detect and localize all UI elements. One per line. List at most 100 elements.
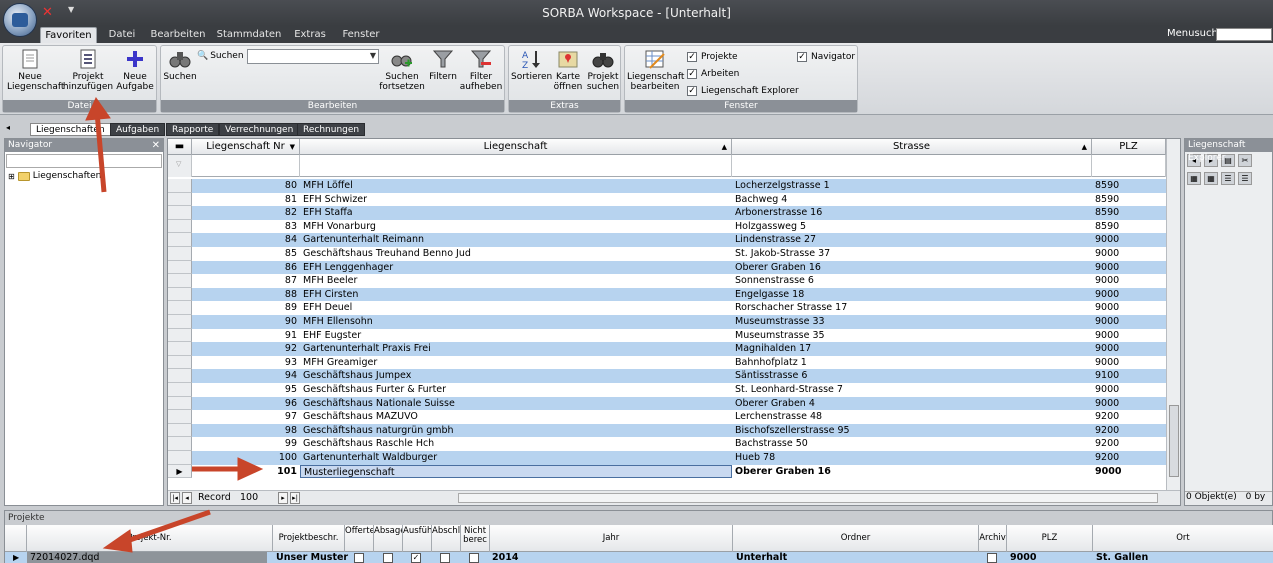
table-row[interactable]: 99 Geschäftshaus Raschle Hch Bachstrasse 5…	[168, 437, 1168, 451]
jahr-cell[interactable]: 2014	[489, 552, 518, 563]
tab-datei[interactable]: Datei	[104, 27, 140, 43]
cell-strasse[interactable]: St. Leonhard-Strasse 7	[732, 383, 1092, 397]
cell-nr[interactable]: 86	[192, 260, 300, 275]
projekte-column-offerte[interactable]: Offerte	[345, 525, 374, 552]
sortieren-button[interactable]: AZ Sortieren	[511, 48, 552, 82]
cell-strasse[interactable]: Locherzelgstrasse 1	[732, 179, 1092, 193]
row-selector[interactable]	[168, 451, 192, 465]
neue-liegenschaft-button[interactable]: Neue Liegenschaft	[7, 48, 64, 92]
cell-strasse[interactable]: St. Jakob-Strasse 37	[732, 247, 1092, 261]
cell-plz[interactable]: 9100	[1092, 369, 1166, 383]
cell-plz[interactable]: 8590	[1092, 179, 1166, 193]
cell-plz[interactable]: 9000	[1092, 233, 1166, 247]
table-row[interactable]: 92 Gartenunterhalt Praxis Frei Magnihalden…	[168, 342, 1168, 356]
cell-strasse[interactable]: Museumstrasse 33	[732, 315, 1092, 329]
app-menu-button[interactable]	[3, 3, 37, 37]
ausfuehrung-checkbox[interactable]: ✓	[411, 553, 421, 563]
archiv-checkbox[interactable]	[987, 553, 997, 563]
table-row[interactable]: 97 Geschäftshaus MAZUVO Lerchenstrasse 48 9…	[168, 410, 1168, 424]
cell-nr[interactable]: 94	[192, 369, 300, 383]
cell-liegenschaft[interactable]: EFH Lenggenhager	[300, 260, 732, 275]
navigator-filter-input[interactable]	[6, 154, 162, 168]
column-header-liegenschaft[interactable]: Liegenschaft ▲	[300, 139, 732, 155]
table-row[interactable]: 84 Gartenunterhalt Reimann Lindenstrasse 2…	[168, 233, 1168, 247]
table-row[interactable]: 93 MFH Greamiger Bahnhofplatz 1 9000	[168, 355, 1168, 370]
cell-plz[interactable]: 9000	[1092, 464, 1166, 479]
abschluss-checkbox[interactable]	[440, 553, 450, 563]
cell-nr[interactable]: 81	[192, 193, 300, 207]
table-row[interactable]: 87 MFH Beeler Sonnenstrasse 6 9000	[168, 274, 1168, 288]
projekt-beschr-cell[interactable]: Unser Muster	[273, 552, 348, 563]
cell-plz[interactable]: 9000	[1092, 356, 1166, 370]
cell-strasse[interactable]: Hueb 78	[732, 451, 1092, 465]
row-selector[interactable]	[168, 287, 192, 302]
table-row[interactable]: 100 Gartenunterhalt Waldburger Hueb 78 9200	[168, 451, 1168, 465]
cell-liegenschaft[interactable]: EFH Deuel	[300, 301, 732, 315]
vertical-scrollbar[interactable]	[1166, 139, 1180, 491]
projekte-column-ausfuehrung[interactable]: Ausführung	[403, 525, 432, 552]
cell-plz[interactable]: 8590	[1092, 220, 1166, 234]
cell-nr[interactable]: 88	[192, 287, 300, 302]
table-row[interactable]: 89 EFH Deuel Rorschacher Strasse 17 9000	[168, 301, 1168, 315]
view-details-icon[interactable]: ☰	[1238, 172, 1252, 185]
tab-verrechnungen[interactable]: Verrechnungen	[219, 123, 300, 136]
table-row[interactable]: 98 Geschäftshaus naturgrün gmbh Bischofsze…	[168, 423, 1168, 438]
cell-nr[interactable]: 84	[192, 233, 300, 247]
view-list-icon[interactable]: ☰	[1221, 172, 1235, 185]
filter-cell-liegenschaft[interactable]	[300, 155, 732, 177]
menusuche-input[interactable]	[1216, 28, 1272, 41]
view-large-icon[interactable]: ▦	[1187, 172, 1201, 185]
tab-favoriten[interactable]: Favoriten	[40, 27, 97, 43]
explorer-checkbox[interactable]: ✓ Liegenschaft Explorer	[687, 86, 799, 96]
row-selector[interactable]	[168, 328, 192, 343]
filter-cell-strasse[interactable]	[732, 155, 1092, 177]
tab-rechnungen[interactable]: Rechnungen	[297, 123, 366, 136]
cell-nr[interactable]: 90	[192, 315, 300, 329]
ordner-cell[interactable]: Unterhalt	[733, 552, 787, 563]
cell-plz[interactable]: 9000	[1092, 329, 1166, 343]
cell-liegenschaft[interactable]: MFH Ellensohn	[300, 315, 732, 329]
row-selector[interactable]	[168, 396, 192, 411]
projekt-row[interactable]: ▶ 72014027.dqd Unser Muster ✓ 2014 Unter…	[5, 552, 1273, 563]
table-row[interactable]: 80 MFH Löffel Locherzelgstrasse 1 8590	[168, 179, 1168, 193]
cell-strasse[interactable]: Lerchenstrasse 48	[732, 410, 1092, 424]
cell-strasse[interactable]: Holzgassweg 5	[732, 220, 1092, 234]
absage-checkbox[interactable]	[383, 553, 393, 563]
karte-oeffnen-button[interactable]: Karte öffnen	[551, 48, 585, 92]
cell-liegenschaft[interactable]: Gartenunterhalt Reimann	[300, 233, 732, 247]
cell-strasse[interactable]: Magnihalden 17	[732, 342, 1092, 356]
cell-nr[interactable]: 93	[192, 356, 300, 370]
row-selector[interactable]	[168, 219, 192, 234]
cell-liegenschaft[interactable]: EHF Eugster	[300, 329, 732, 343]
row-selector[interactable]	[168, 247, 192, 261]
navigator-checkbox[interactable]: ✓ Navigator	[797, 52, 855, 62]
cell-plz[interactable]: 9000	[1092, 315, 1166, 329]
cell-liegenschaft[interactable]: MFH Löffel	[300, 179, 732, 193]
cell-strasse[interactable]: Engelgasse 18	[732, 287, 1092, 302]
last-record-icon[interactable]: ▸|	[290, 492, 300, 504]
cell-strasse[interactable]: Oberer Graben 4	[732, 396, 1092, 411]
table-row[interactable]: 86 EFH Lenggenhager Oberer Graben 16 9000	[168, 260, 1168, 275]
cut-icon[interactable]: ✂	[1238, 154, 1252, 167]
cell-strasse[interactable]: Arbonerstrasse 16	[732, 206, 1092, 220]
projekte-column-absage[interactable]: Absage	[374, 525, 403, 552]
row-selector[interactable]	[168, 260, 192, 275]
chevron-left-icon[interactable]: ◂	[6, 123, 10, 132]
cell-nr[interactable]: 96	[192, 396, 300, 411]
projekt-suchen-button[interactable]: Projekt suchen	[585, 48, 621, 92]
cell-strasse[interactable]: Lindenstrasse 27	[732, 233, 1092, 247]
tab-liegenschaften[interactable]: Liegenschaften	[30, 123, 111, 136]
row-selector[interactable]	[168, 369, 192, 383]
nicht-berechnet-checkbox[interactable]	[469, 553, 479, 563]
neue-aufgabe-button[interactable]: Neue Aufgabe	[115, 48, 155, 92]
cell-liegenschaft[interactable]: EFH Cirsten	[300, 287, 732, 302]
cell-plz[interactable]: 9200	[1092, 437, 1166, 451]
projekte-column-jahr[interactable]: Jahr	[490, 525, 733, 552]
row-selector[interactable]	[168, 315, 192, 329]
table-row[interactable]: 88 EFH Cirsten Engelgasse 18 9000	[168, 287, 1168, 302]
cell-plz[interactable]: 8590	[1092, 193, 1166, 207]
row-selector[interactable]	[168, 383, 192, 397]
row-selector[interactable]	[168, 342, 192, 356]
row-selector[interactable]	[168, 192, 192, 207]
projekte-column-ordner[interactable]: Ordner	[733, 525, 979, 552]
